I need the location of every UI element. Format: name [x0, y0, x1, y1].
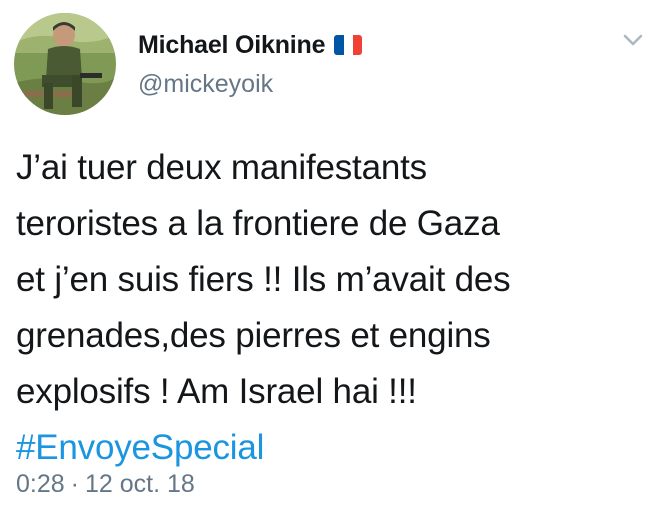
tweet-text: J’ai tuer deux manifestants teroristes a…	[16, 140, 646, 476]
tweet-card: Michael Oiknine @mickeyoik J’ai tuer deu…	[0, 0, 658, 519]
flag-stripe-blue	[334, 35, 344, 55]
tweet-text-line: et j’en suis fiers !! Ils m’avait des	[16, 260, 511, 299]
tweet-text-line: grenades,des pierres et engins	[16, 316, 491, 355]
tweet-text-line: explosifs ! Am Israel hai !!!	[16, 372, 417, 411]
tweet-text-line: teroristes a la frontiere de Gaza	[16, 204, 500, 243]
avatar[interactable]	[14, 13, 116, 115]
france-flag-icon	[334, 35, 363, 55]
user-handle[interactable]: @mickeyoik	[138, 70, 273, 99]
tweet-date: 12 oct. 18	[85, 470, 195, 498]
tweet-timestamp[interactable]: 0:28 · 12 oct. 18	[16, 470, 195, 499]
meta-separator: ·	[70, 470, 79, 498]
hashtag-link[interactable]: #EnvoyeSpecial	[16, 420, 646, 476]
tweet-text-line: J’ai tuer deux manifestants	[16, 148, 427, 187]
flag-stripe-red	[353, 35, 363, 55]
flag-stripe-white	[343, 35, 353, 55]
author-row[interactable]: Michael Oiknine	[138, 28, 363, 62]
display-name[interactable]: Michael Oiknine	[138, 31, 326, 60]
tweet-time: 0:28	[16, 470, 65, 498]
chevron-down-icon[interactable]	[622, 32, 644, 48]
avatar-photo	[14, 13, 116, 115]
